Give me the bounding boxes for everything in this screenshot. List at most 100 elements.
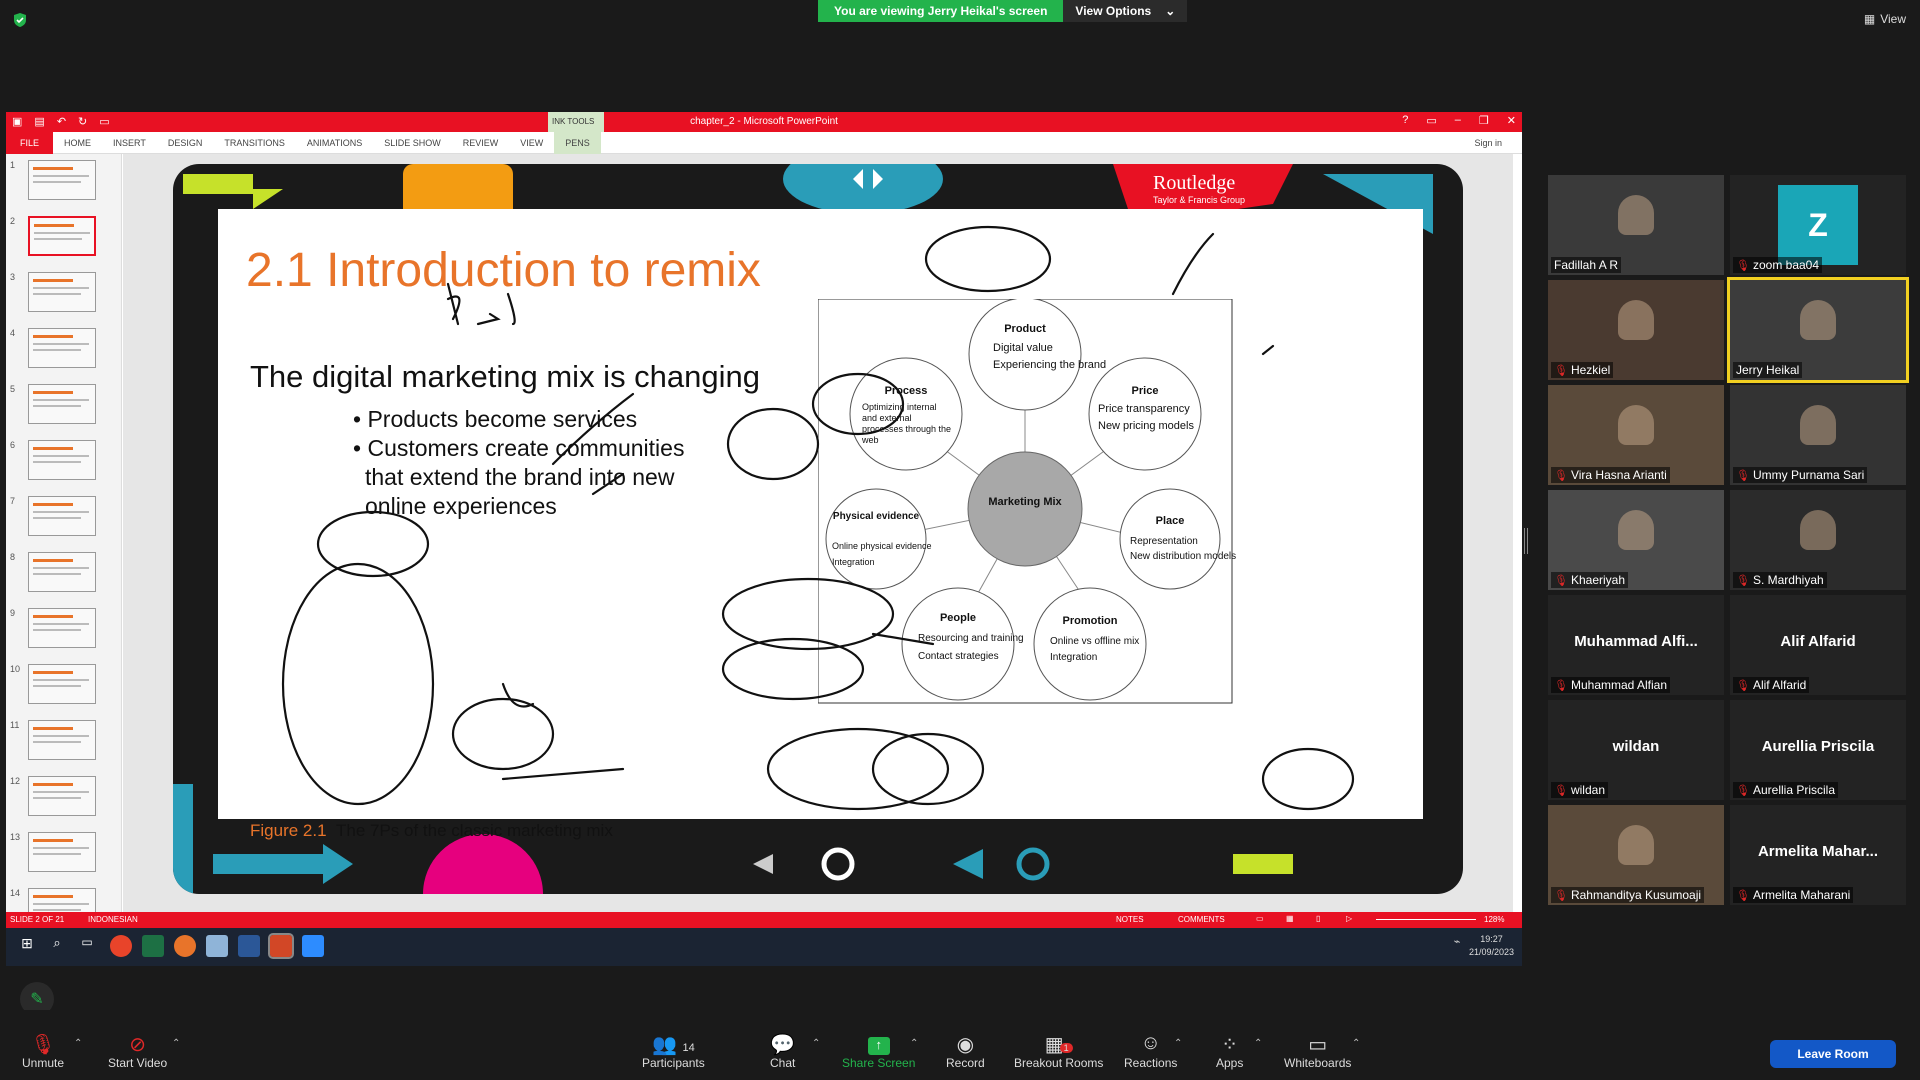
slide-thumbnail[interactable]: 11 [10, 720, 110, 760]
save-icon[interactable]: ▤ [34, 115, 44, 128]
tab-home[interactable]: HOME [53, 132, 102, 154]
participant-tile[interactable]: Alif Alfarid 🎙 Alif Alfarid [1730, 595, 1906, 695]
undo-icon[interactable]: ↶ [57, 115, 66, 128]
slide-number: 5 [10, 384, 16, 394]
zoom-slider[interactable] [1376, 919, 1476, 920]
slide-canvas: Routledge Taylor & Francis Group 2.1 Int… [123, 154, 1513, 912]
firefox-icon[interactable] [174, 935, 196, 957]
ribbon-display-icon[interactable]: ▭ [1426, 114, 1436, 127]
breakout-rooms-icon: ▦1 [1014, 1032, 1103, 1056]
participants-button[interactable]: 👥 14 Participants [642, 1032, 705, 1070]
tab-view[interactable]: VIEW [509, 132, 554, 154]
task-view-icon[interactable]: ▭ [76, 935, 98, 957]
slideshow-icon[interactable]: ▷ [1346, 914, 1352, 923]
word-icon[interactable] [238, 935, 260, 957]
start-video-button[interactable]: ⊘ Start Video [108, 1032, 167, 1070]
participant-tile[interactable]: Aurellia Priscila 🎙 Aurellia Priscila [1730, 700, 1906, 800]
apps-options-chevron[interactable]: ⌃ [1254, 1038, 1262, 1049]
tab-slide-show[interactable]: SLIDE SHOW [373, 132, 452, 154]
reading-view-icon[interactable]: ▯ [1316, 914, 1320, 923]
normal-view-icon[interactable]: ▭ [1256, 914, 1264, 923]
participant-tile[interactable]: Fadillah A R [1548, 175, 1724, 275]
slide-thumbnail[interactable]: 3 [10, 272, 110, 312]
participant-name-tag: Jerry Heikal [1733, 362, 1803, 378]
slide-thumbnail[interactable]: 8 [10, 552, 110, 592]
participant-name: zoom baa04 [1752, 258, 1820, 272]
slide-thumbnail[interactable]: 4 [10, 328, 110, 368]
slide-thumbnail[interactable]: 10 [10, 664, 110, 704]
slide-thumbnail[interactable]: 12 [10, 776, 110, 816]
slide-thumbnail[interactable]: 2 [10, 216, 110, 256]
file-explorer-icon[interactable] [206, 935, 228, 957]
participant-tile[interactable]: 🎙 Ummy Purnama Sari [1730, 385, 1906, 485]
notes-button[interactable]: NOTES [1116, 915, 1144, 924]
tab-file[interactable]: FILE [6, 132, 54, 154]
slide-thumbnail[interactable]: 9 [10, 608, 110, 648]
slide-thumbnail[interactable]: 6 [10, 440, 110, 480]
slide-thumbnail[interactable]: 7 [10, 496, 110, 536]
sign-in-link[interactable]: Sign in [1474, 138, 1502, 148]
restore-icon[interactable]: ❐ [1479, 114, 1489, 127]
redo-icon[interactable]: ↻ [78, 115, 87, 128]
tab-animations[interactable]: ANIMATIONS [296, 132, 373, 154]
slide-thumbnail[interactable]: 5 [10, 384, 110, 424]
participant-name-tag: 🎙 zoom baa04 [1733, 257, 1823, 273]
participant-tile[interactable]: 🎙 Rahmanditya Kusumoaji [1548, 805, 1724, 905]
mic-muted-icon: 🎙 [30, 1034, 56, 1056]
share-options-chevron[interactable]: ⌃ [910, 1038, 918, 1049]
language-status[interactable]: INDONESIAN [88, 915, 138, 924]
excel-icon[interactable] [142, 935, 164, 957]
network-icon[interactable]: ⌁ [1446, 935, 1468, 957]
unmute-button[interactable]: 🎙 Unmute [22, 1032, 64, 1070]
chat-button[interactable]: 💬 Chat [770, 1032, 795, 1070]
participant-tile[interactable]: Muhammad Alfi... 🎙 Muhammad Alfian [1548, 595, 1724, 695]
participant-tile[interactable]: Armelita Mahar... 🎙 Armelita Maharani [1730, 805, 1906, 905]
participant-tile[interactable]: wildan 🎙 wildan [1548, 700, 1724, 800]
minimize-icon[interactable]: – [1455, 114, 1461, 127]
present-icon[interactable]: ▭ [99, 115, 109, 128]
windows-start-icon[interactable]: ⊞ [16, 935, 38, 957]
slide-thumbnail[interactable]: 1 [10, 160, 110, 200]
reactions-button[interactable]: ☺ Reactions [1124, 1032, 1177, 1070]
search-icon[interactable]: ⌕ [46, 935, 68, 957]
leave-room-button[interactable]: Leave Room [1770, 1040, 1896, 1068]
slide-thumbnail-preview [28, 384, 96, 424]
video-options-chevron[interactable]: ⌃ [172, 1038, 180, 1049]
tab-design[interactable]: DESIGN [157, 132, 214, 154]
reactions-options-chevron[interactable]: ⌃ [1174, 1038, 1182, 1049]
close-icon[interactable]: ✕ [1507, 114, 1516, 127]
zoom-taskbar-icon[interactable] [302, 935, 324, 957]
participant-tile[interactable]: Jerry Heikal [1727, 277, 1909, 383]
slide-sorter-icon[interactable]: ▦ [1286, 914, 1294, 923]
view-options-button[interactable]: View Options ⌄ [1063, 0, 1188, 22]
participant-name-tag: 🎙 wildan [1551, 782, 1608, 798]
help-icon[interactable]: ? [1402, 114, 1408, 127]
apps-button[interactable]: ⁘ Apps [1216, 1032, 1243, 1070]
participant-tile[interactable]: 🎙 Khaeriyah [1548, 490, 1724, 590]
participant-tile[interactable]: Z 🎙 zoom baa04 [1730, 175, 1906, 275]
chrome-icon[interactable] [110, 935, 132, 957]
share-screen-button[interactable]: ↑ Share Screen [842, 1032, 915, 1070]
security-shield-icon[interactable] [12, 12, 28, 28]
breakout-rooms-button[interactable]: ▦1 Breakout Rooms [1014, 1032, 1103, 1070]
participant-tile[interactable]: 🎙 Vira Hasna Arianti [1548, 385, 1724, 485]
split-resize-handle[interactable] [1524, 528, 1528, 554]
comments-button[interactable]: COMMENTS [1178, 915, 1225, 924]
audio-options-chevron[interactable]: ⌃ [74, 1038, 82, 1049]
chat-options-chevron[interactable]: ⌃ [812, 1038, 820, 1049]
taskbar-clock[interactable]: 19:27 21/09/2023 [1469, 933, 1514, 959]
whiteboard-options-chevron[interactable]: ⌃ [1352, 1038, 1360, 1049]
participant-tile[interactable]: 🎙 S. Mardhiyah [1730, 490, 1906, 590]
whiteboards-button[interactable]: ▭ Whiteboards [1284, 1032, 1351, 1070]
zoom-level[interactable]: 128% [1484, 915, 1504, 924]
slide-thumbnail-preview [28, 328, 96, 368]
tab-insert[interactable]: INSERT [102, 132, 157, 154]
tab-pens[interactable]: PENS [554, 132, 601, 154]
participant-tile[interactable]: 🎙 Hezkiel [1548, 280, 1724, 380]
record-button[interactable]: ◉ Record [946, 1032, 985, 1070]
tab-review[interactable]: REVIEW [452, 132, 510, 154]
slide-thumbnail[interactable]: 13 [10, 832, 110, 872]
powerpoint-taskbar-icon[interactable] [268, 933, 294, 959]
tab-transitions[interactable]: TRANSITIONS [213, 132, 296, 154]
view-layout-button[interactable]: ▦ View [1864, 12, 1906, 26]
